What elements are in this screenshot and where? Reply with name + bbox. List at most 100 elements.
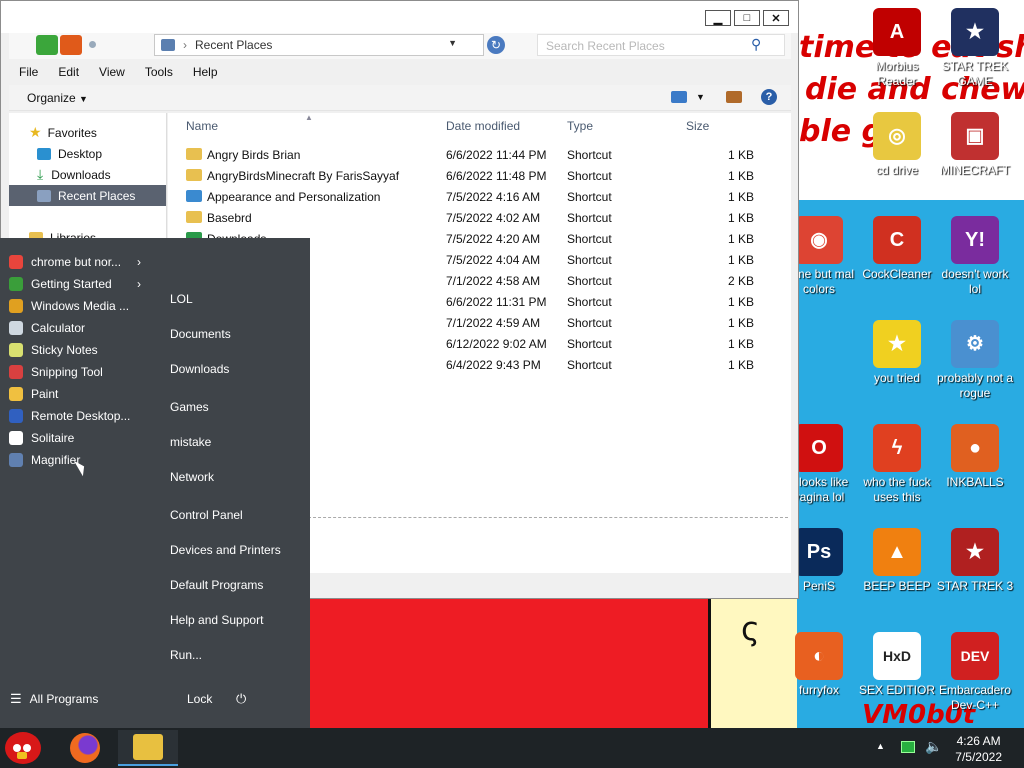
all-programs-button[interactable]: ☰ All Programs	[10, 691, 98, 707]
desktop-icon-item[interactable]: ⚙ probably not a rogue	[936, 320, 1014, 401]
desktop-icon-item[interactable]: Y! doesn't work lol	[936, 216, 1014, 297]
menu-edit[interactable]: Edit	[48, 61, 89, 83]
lock-button[interactable]: Lock	[187, 692, 212, 706]
file-type: Shortcut	[567, 148, 612, 162]
minimize-button[interactable]: ▁	[705, 10, 731, 26]
desktop-icon-item[interactable]: ▲ BEEP BEEP	[858, 528, 936, 594]
recent-pages-icon[interactable]	[89, 41, 96, 48]
nav-favorites[interactable]: ★ Favorites	[29, 122, 186, 143]
column-type[interactable]: Type	[567, 119, 593, 133]
desktop-icon-label: Morbius Reader	[875, 59, 919, 88]
sort-up-icon: ▲	[305, 113, 313, 122]
desktop-icon-item[interactable]: ▣ MINECRAFT	[936, 112, 1014, 178]
start-program-item[interactable]: chrome but nor... ›	[0, 251, 152, 273]
desktop-icon-item[interactable]: C CockCleaner	[858, 216, 936, 282]
start-program-item[interactable]: Paint	[0, 383, 152, 405]
column-size[interactable]: Size	[686, 119, 709, 133]
program-label: chrome but nor...	[31, 255, 122, 269]
firefox-icon	[70, 733, 100, 763]
devcpp-icon: DEV	[951, 632, 999, 680]
chevron-down-icon[interactable]: ▼	[448, 38, 457, 48]
taskbar-firefox[interactable]	[64, 730, 106, 766]
network-icon[interactable]	[901, 741, 915, 753]
nav-downloads-label: Downloads	[51, 167, 111, 182]
view-options-icon[interactable]	[671, 91, 687, 103]
help-icon[interactable]: ?	[761, 89, 777, 105]
file-type: Shortcut	[567, 211, 612, 225]
volume-icon[interactable]: 🔈	[925, 738, 942, 755]
menu-view[interactable]: View	[89, 61, 135, 83]
column-date[interactable]: Date modified	[446, 119, 520, 133]
search-input[interactable]: Search Recent Places	[537, 34, 785, 56]
maximize-button[interactable]: □	[734, 10, 760, 26]
file-date: 7/5/2022 4:04 AM	[446, 253, 541, 267]
show-hidden-icons[interactable]: ▲	[876, 741, 885, 751]
menu-help[interactable]: Help	[183, 61, 228, 83]
start-place-item[interactable]: LOL	[170, 292, 193, 306]
desktop-icon-item[interactable]: HxD SEX EDITIOR	[858, 632, 936, 698]
desktop-icon-item[interactable]: DEV Embarcadero Dev-C++	[936, 632, 1014, 713]
program-icon	[9, 387, 23, 401]
back-button[interactable]	[36, 35, 58, 55]
nav-recent-places[interactable]: Recent Places	[9, 185, 166, 206]
chrome-icon: ◉	[795, 216, 843, 264]
file-row[interactable]: Appearance and Personalization 7/5/2022 4…	[168, 186, 791, 207]
title-bar[interactable]: ▁ □ ✕	[1, 1, 798, 33]
desktop-icon-item[interactable]: ★ STAR TREK GAME	[936, 8, 1014, 89]
search-icon[interactable]: ⚲	[751, 36, 761, 53]
chevron-down-icon[interactable]: ▼	[696, 92, 705, 102]
organize-button[interactable]: Organize ▼	[27, 91, 88, 105]
start-place-item[interactable]: Network	[170, 470, 214, 484]
clock[interactable]: 4:26 AM 7/5/2022	[955, 733, 1002, 765]
start-program-item[interactable]: Getting Started ›	[0, 273, 152, 295]
desktop-icon-item[interactable]: ● INKBALLS	[936, 424, 1014, 490]
desktop-icon-item[interactable]: ★ STAR TREK 3	[936, 528, 1014, 594]
start-program-item[interactable]: Solitaire	[0, 427, 152, 449]
file-row[interactable]: AngryBirdsMinecraft By FarisSayyaf 6/6/20…	[168, 165, 791, 186]
start-place-item[interactable]: Downloads	[170, 362, 229, 376]
desktop-icon-item[interactable]: ◐ furryfox	[780, 632, 858, 698]
start-place-item[interactable]: Default Programs	[170, 578, 263, 592]
program-icon	[9, 343, 23, 357]
file-date: 6/6/2022 11:44 PM	[446, 148, 547, 162]
desktop-icon-item[interactable]: A Morbius Reader	[858, 8, 936, 89]
start-button[interactable]	[2, 730, 44, 766]
program-label: Solitaire	[31, 431, 75, 445]
column-name[interactable]: Name	[186, 119, 218, 133]
chevron-right-icon[interactable]: ›	[137, 277, 141, 291]
desktop-icon-label: you tried	[873, 371, 921, 385]
file-row[interactable]: Angry Birds Brian 6/6/2022 11:44 PM Shortc…	[168, 144, 791, 165]
forward-button[interactable]	[60, 35, 82, 55]
preview-pane-icon[interactable]	[726, 91, 742, 103]
close-button[interactable]: ✕	[763, 10, 789, 26]
chevron-right-icon[interactable]: ›	[137, 255, 141, 269]
file-name: Appearance and Personalization	[207, 190, 381, 204]
refresh-icon[interactable]: ↻	[487, 36, 505, 54]
start-place-item[interactable]: Documents	[170, 327, 231, 341]
star-icon: ★	[29, 124, 42, 140]
start-place-item[interactable]: Games	[170, 400, 209, 414]
taskbar-explorer[interactable]	[118, 730, 178, 766]
start-place-item[interactable]: Help and Support	[170, 613, 263, 627]
desktop-icon-label: doesn't work lol	[941, 267, 1009, 296]
address-box[interactable]: › Recent Places ▼	[154, 34, 484, 56]
start-program-item[interactable]: Remote Desktop...	[0, 405, 152, 427]
desktop-icon-item[interactable]: ϟ who the fuck uses this	[858, 424, 936, 505]
start-program-item[interactable]: Calculator	[0, 317, 152, 339]
start-place-item[interactable]: mistake	[170, 435, 211, 449]
start-place-item[interactable]: Devices and Printers	[170, 543, 281, 557]
file-row[interactable]: Basebrd 7/5/2022 4:02 AM Shortcut 1 KB	[168, 207, 791, 228]
power-icon[interactable]: ⏻	[236, 691, 246, 707]
address-bar-row: › Recent Places ▼ ↻ Search Recent Places…	[9, 33, 791, 59]
start-program-item[interactable]: Snipping Tool	[0, 361, 152, 383]
minecraft-icon: ▣	[951, 112, 999, 160]
vlc-icon: ▲	[873, 528, 921, 576]
desktop-icon-item[interactable]: ★ you tried	[858, 320, 936, 386]
start-place-item[interactable]: Run...	[170, 648, 202, 662]
start-program-item[interactable]: Sticky Notes	[0, 339, 152, 361]
menu-tools[interactable]: Tools	[135, 61, 183, 83]
desktop-icon-item[interactable]: ◎ cd drive	[858, 112, 936, 178]
start-place-item[interactable]: Control Panel	[170, 508, 243, 522]
start-program-item[interactable]: Windows Media ...	[0, 295, 152, 317]
menu-file[interactable]: File	[9, 61, 48, 83]
